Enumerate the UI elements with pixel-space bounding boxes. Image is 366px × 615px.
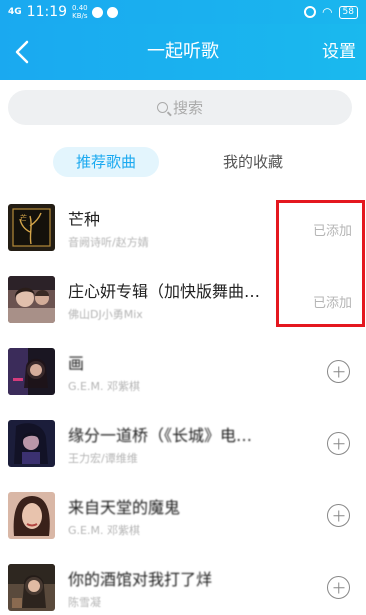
- search-input[interactable]: 搜索: [8, 90, 352, 125]
- song-row[interactable]: 来自天堂的魔鬼 G.E.M. 邓紫棋: [0, 480, 366, 552]
- song-title: 庄心妍专辑（加快版舞曲…: [68, 282, 261, 301]
- status-time: 11:19: [26, 4, 68, 20]
- net-speed-value: 0.40: [72, 4, 88, 12]
- wifi-icon: ◠: [322, 5, 333, 19]
- song-artist: 音阙诗听/赵方婧: [68, 236, 149, 249]
- add-song-button[interactable]: [327, 504, 350, 527]
- album-cover: [8, 276, 55, 323]
- tab-bar: 推荐歌曲 我的收藏: [0, 136, 366, 190]
- search-icon: [156, 102, 168, 113]
- page-title: 一起听歌: [147, 41, 219, 62]
- song-title: 来自天堂的魔鬼: [68, 498, 181, 517]
- song-row[interactable]: 你的酒馆对我打了烊 陈雪凝: [0, 552, 366, 615]
- song-artist: 陈雪凝: [68, 596, 101, 609]
- battery-icon: 58: [338, 5, 358, 19]
- battery-level: 58: [342, 6, 354, 17]
- album-cover: [8, 492, 55, 539]
- song-artist: 王力宏/谭维维: [68, 452, 138, 465]
- album-cover: [8, 564, 55, 611]
- net-speed-unit: KB/s: [72, 12, 88, 20]
- song-row[interactable]: 芒 芒种 音阙诗听/赵方婧 已添加: [0, 192, 366, 264]
- nav-bar: 一起听歌 设置: [0, 24, 366, 80]
- album-cover: [8, 420, 55, 467]
- album-cover: 芒: [8, 204, 55, 251]
- search-placeholder: 搜索: [172, 99, 203, 117]
- add-song-button[interactable]: [327, 360, 350, 383]
- wechat-icon: [91, 6, 103, 18]
- settings-button[interactable]: 设置: [322, 24, 356, 80]
- added-status: 已添加: [312, 224, 352, 239]
- search-section: 搜索: [0, 80, 366, 136]
- added-status: 已添加: [312, 296, 352, 311]
- song-artist: G.E.M. 邓紫棋: [68, 524, 140, 537]
- song-title: 芒种: [68, 210, 101, 229]
- song-row[interactable]: 画 G.E.M. 邓紫棋: [0, 336, 366, 408]
- song-row[interactable]: 缘分一道桥（《长城》电… 王力宏/谭维维: [0, 408, 366, 480]
- song-title: 缘分一道桥（《长城》电…: [68, 426, 253, 445]
- net-speed: 0.40 KB/s: [72, 4, 88, 20]
- add-song-button[interactable]: [327, 576, 350, 599]
- song-row[interactable]: 庄心妍专辑（加快版舞曲… 佛山DJ小勇Mix 已添加: [0, 264, 366, 336]
- add-song-button[interactable]: [327, 432, 350, 455]
- svg-text:芒: 芒: [20, 213, 27, 222]
- alarm-icon: [304, 6, 317, 18]
- signal-indicator: 4G: [8, 6, 22, 17]
- album-cover: [8, 348, 55, 395]
- status-bar: 4G 11:19 0.40 KB/s ◠ 58: [0, 0, 366, 24]
- qq-icon: [106, 6, 118, 18]
- song-artist: 佛山DJ小勇Mix: [68, 308, 143, 321]
- song-artist: G.E.M. 邓紫棋: [68, 380, 140, 393]
- tab-recommended[interactable]: 推荐歌曲: [53, 147, 159, 177]
- song-title: 你的酒馆对我打了烊: [68, 570, 213, 589]
- tab-favorites[interactable]: 我的收藏: [200, 147, 306, 177]
- song-title: 画: [68, 354, 85, 373]
